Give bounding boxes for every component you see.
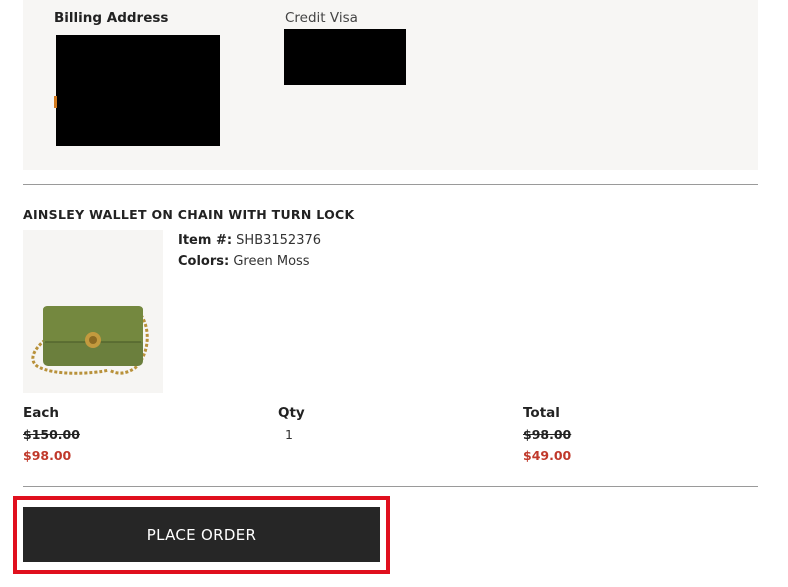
billing-address-heading: Billing Address <box>54 10 169 26</box>
green-wallet-on-chain-image <box>23 230 163 393</box>
payment-method-label: Credit Visa <box>285 10 358 26</box>
qty-value: 1 <box>285 427 293 442</box>
total-original-price: $98.00 <box>523 427 572 442</box>
each-column-header: Each <box>23 405 59 421</box>
total-sale-price: $49.00 <box>523 448 572 463</box>
place-order-button[interactable]: PLACE ORDER <box>23 507 380 562</box>
item-number-label: Item #: <box>178 233 233 248</box>
redacted-billing-address <box>56 35 220 146</box>
each-original-price: $150.00 <box>23 427 80 442</box>
qty-column-header: Qty <box>278 405 305 421</box>
billing-summary-panel: Billing Address Credit Visa <box>23 0 758 170</box>
section-divider-bottom <box>23 486 758 487</box>
color-label: Colors: <box>178 254 230 269</box>
total-column-header: Total <box>523 405 560 421</box>
each-sale-price: $98.00 <box>23 448 72 463</box>
color-value: Green Moss <box>233 254 310 269</box>
product-title: AINSLEY WALLET ON CHAIN WITH TURN LOCK <box>23 207 355 222</box>
product-image <box>23 230 163 393</box>
item-number-row: Item #: SHB3152376 <box>178 233 321 248</box>
redaction-edge <box>54 96 57 108</box>
color-row: Colors: Green Moss <box>178 254 310 269</box>
redacted-card-details <box>284 29 406 85</box>
section-divider-top <box>23 184 758 185</box>
item-number-value: SHB3152376 <box>236 233 322 248</box>
